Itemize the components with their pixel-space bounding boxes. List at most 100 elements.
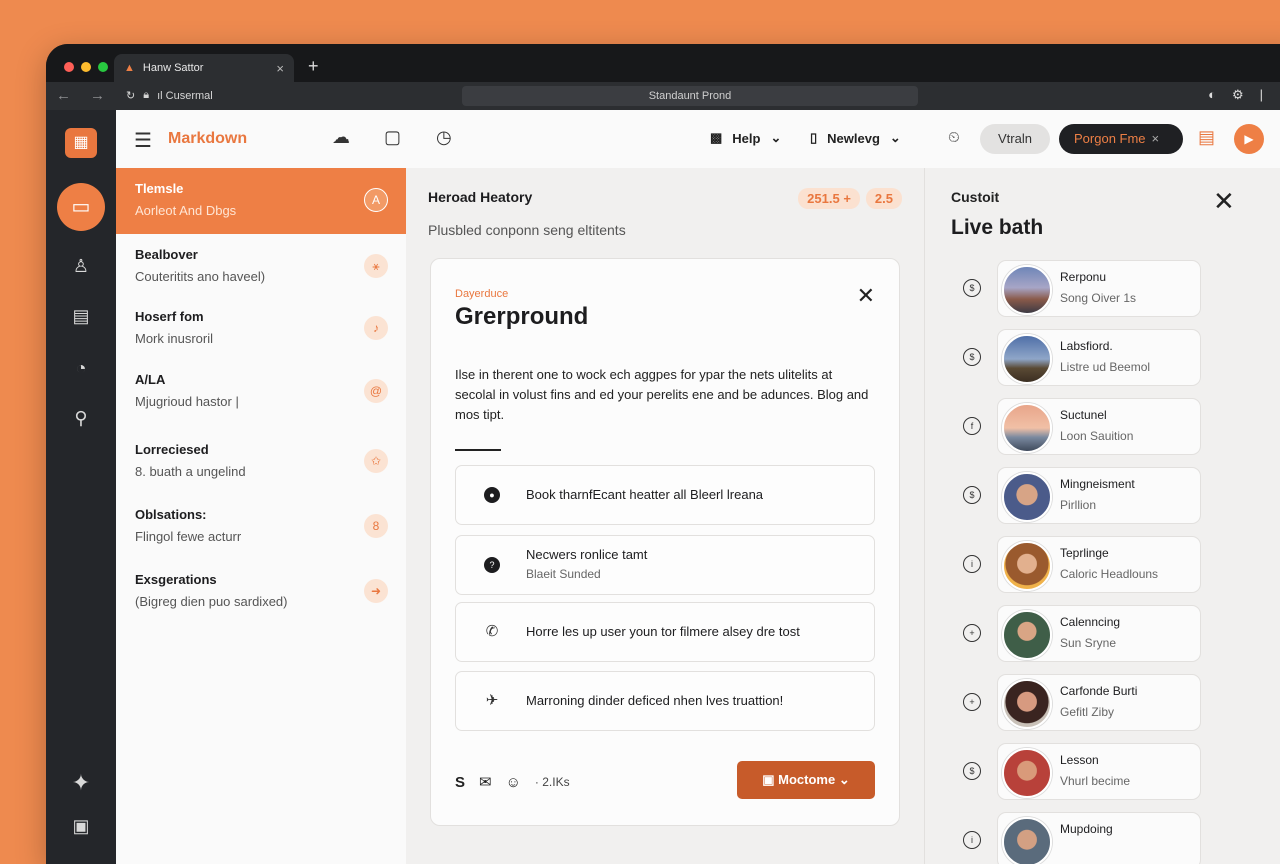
select-toggle[interactable]: f <box>963 417 981 435</box>
list-item-subtitle: 8. buath a ungelind <box>135 464 246 479</box>
person-row[interactable]: f Suctunel Loon Sauition <box>959 398 1219 456</box>
person-row[interactable]: $ Rerponu Song Oiver 1s <box>959 260 1219 318</box>
item-list: Tlemsle Aorleot And Dbgs A Bealbover Cou… <box>116 168 407 864</box>
window-controls <box>64 62 108 72</box>
avatar <box>1002 334 1052 384</box>
avatar <box>1002 403 1052 453</box>
chip-close-icon[interactable]: × <box>1152 131 1160 146</box>
clipboard-icon[interactable]: ▤ <box>46 306 116 327</box>
close-icon[interactable]: ✕ <box>1213 186 1235 217</box>
card-row[interactable]: ✆ Horre les up user youn tor filmere als… <box>455 602 875 662</box>
list-item[interactable]: A/LA Mjugrioud hastor | @ <box>116 359 406 425</box>
secondary-pill-button[interactable]: Vtraln <box>980 124 1050 154</box>
history-icon[interactable]: ◔ <box>46 358 116 379</box>
person-card[interactable]: Suctunel Loon Sauition <box>997 398 1201 455</box>
person-card[interactable]: Mingneisment Pirllion <box>997 467 1201 524</box>
card-row[interactable]: ● Book tharnfEcant heatter all Bleerl lr… <box>455 465 875 525</box>
play-icon[interactable]: ▶ <box>1234 124 1264 154</box>
back-button[interactable]: ← <box>56 87 71 104</box>
clock-icon[interactable]: ◷ <box>436 127 452 148</box>
avatar <box>1002 817 1052 864</box>
search-icon[interactable]: ⚲ <box>46 408 116 429</box>
filter-chip[interactable]: Porgon Fme × <box>1059 124 1183 154</box>
cloud-icon[interactable]: ☁ <box>332 127 350 148</box>
person-subtitle: Sun Sryne <box>1060 636 1117 650</box>
info-icon: ● <box>484 487 500 503</box>
minimize-window-button[interactable] <box>81 62 91 72</box>
person-row[interactable]: + Calenncing Sun Sryne <box>959 605 1219 663</box>
timer-icon[interactable]: ⏲ <box>948 129 960 146</box>
document-icon[interactable]: ▤ <box>1198 127 1215 148</box>
person-card[interactable]: Mupdoing <box>997 812 1201 864</box>
person-row[interactable]: + Carfonde Burti Gefitl Ziby <box>959 674 1219 732</box>
person-row[interactable]: $ Lesson Vhurl becime <box>959 743 1219 801</box>
select-toggle[interactable]: + <box>963 624 981 642</box>
list-item[interactable]: Lorreciesed 8. buath a ungelind ✩ <box>116 429 406 495</box>
tablet-icon[interactable]: ▢ <box>384 127 401 148</box>
select-toggle[interactable]: $ <box>963 762 981 780</box>
person-name: Rerponu <box>1060 270 1107 284</box>
window-icon[interactable]: ▭ <box>57 183 105 231</box>
person-row[interactable]: i Teprlinge Caloric Headlouns <box>959 536 1219 594</box>
row-text: Horre les up user youn tor filmere alsey… <box>526 624 800 639</box>
close-window-button[interactable] <box>64 62 74 72</box>
list-item[interactable]: Tlemsle Aorleot And Dbgs A <box>116 168 406 234</box>
navigation-menu[interactable]: ▯ Newlevg ⌄ <box>810 130 901 146</box>
person-name: Calenncing <box>1060 615 1121 629</box>
select-toggle[interactable]: + <box>963 693 981 711</box>
note-icon: ▯ <box>810 130 818 145</box>
stat-badge: 2.5 <box>865 188 902 209</box>
person-card[interactable]: Calenncing Sun Sryne <box>997 605 1201 662</box>
list-item[interactable]: Bealbover Couteritits ano haveel) ⚹ <box>116 234 406 300</box>
person-row[interactable]: $ Labsfiord. Listre ud Beemol <box>959 329 1219 387</box>
site-info[interactable]: ↻ 🔒︎ ıl Cusermal <box>126 89 213 102</box>
person-name: Suctunel <box>1060 408 1107 422</box>
card-footer-actions: S ✉ ☺ · 2.IKs <box>455 773 570 792</box>
reload-icon[interactable]: ↻ <box>126 89 135 102</box>
sparkle-icon[interactable]: ✦ <box>46 770 116 796</box>
menu-icon[interactable]: ☰ <box>134 128 152 153</box>
select-toggle[interactable]: $ <box>963 279 981 297</box>
logo-icon[interactable]: ▦ <box>65 128 97 158</box>
person-card[interactable]: Labsfiord. Listre ud Beemol <box>997 329 1201 386</box>
list-item[interactable]: Oblsations: Flingol fewe acturr 8 <box>116 494 406 560</box>
person-card[interactable]: Lesson Vhurl becime <box>997 743 1201 800</box>
person-card[interactable]: Carfonde Burti Gefitl Ziby <box>997 674 1201 731</box>
person-name: Lesson <box>1060 753 1099 767</box>
maximize-window-button[interactable] <box>98 62 108 72</box>
list-item[interactable]: Hoserf fom Mork inusroril ♪ <box>116 296 406 362</box>
skype-icon[interactable]: S <box>455 774 465 791</box>
mail-icon[interactable]: ✉ <box>479 773 492 791</box>
badge-icon: 8 <box>364 514 388 538</box>
forward-button[interactable]: → <box>90 87 105 104</box>
person-row[interactable]: $ Mingneisment Pirllion <box>959 467 1219 525</box>
bot-icon[interactable]: ▣ <box>46 816 116 837</box>
close-icon[interactable]: ✕ <box>857 283 875 309</box>
select-toggle[interactable]: i <box>963 831 981 849</box>
new-tab-button[interactable]: + <box>308 56 319 77</box>
select-toggle[interactable]: i <box>963 555 981 573</box>
person-row[interactable]: i Mupdoing <box>959 812 1219 864</box>
select-toggle[interactable]: $ <box>963 348 981 366</box>
row-text: Book tharnfEcant heatter all Bleerl lrea… <box>526 487 764 502</box>
person-card[interactable]: Rerponu Song Oiver 1s <box>997 260 1201 317</box>
card-row[interactable]: ? Necwers ronlice tamt Blaeit Sunded <box>455 535 875 595</box>
app-header: ☰ Markdown ☁ ▢ ◷ ▩ Help ⌄ ▯ Newlevg ⌄ ⏲ … <box>116 110 1280 169</box>
settings-icon[interactable]: ⚙ <box>1232 87 1244 103</box>
url-field[interactable]: Standaunt Prond <box>462 86 918 106</box>
reaction-icon[interactable]: ☺ <box>506 774 521 791</box>
primary-action-button[interactable]: ▣ Moctome ⌄ <box>737 761 875 799</box>
user-icon[interactable]: ♙ <box>46 256 116 277</box>
filter-chip-label: Porgon Fme <box>1074 131 1146 146</box>
help-menu[interactable]: ▩ Help ⌄ <box>710 130 781 146</box>
card-row[interactable]: ✈ Marroning dinder deficed nhen lves tru… <box>455 671 875 731</box>
list-item[interactable]: Exsgerations (Bigreg dien puo sardixed) … <box>116 559 406 625</box>
list-item-title: Bealbover <box>135 247 198 262</box>
sound-icon[interactable]: ◐ <box>1208 87 1216 103</box>
person-card[interactable]: Teprlinge Caloric Headlouns <box>997 536 1201 593</box>
select-toggle[interactable]: $ <box>963 486 981 504</box>
person-name: Mingneisment <box>1060 477 1135 491</box>
tab-close-icon[interactable]: × <box>276 61 284 76</box>
browser-tab[interactable]: ▲ Hanw Sattor × <box>114 54 294 82</box>
person-name: Carfonde Burti <box>1060 684 1138 698</box>
